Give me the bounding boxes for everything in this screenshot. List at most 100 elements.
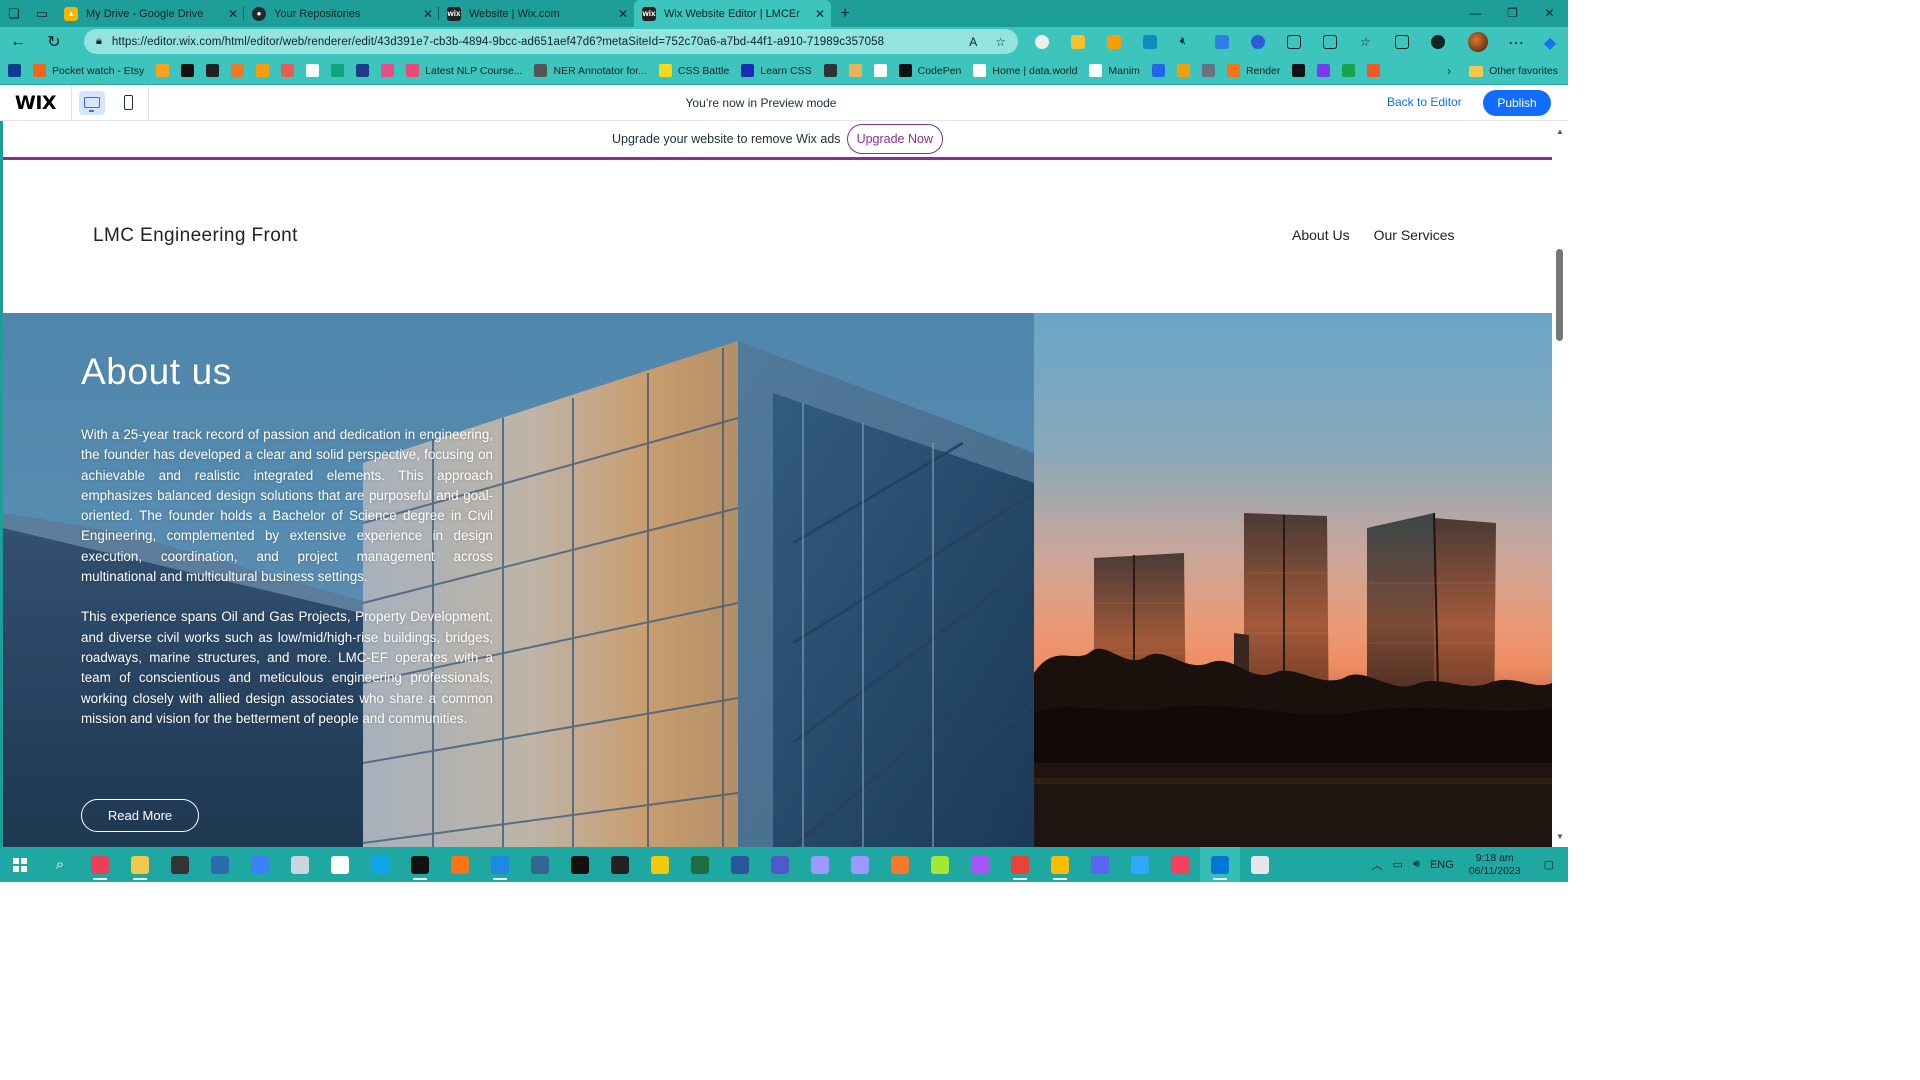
- language-indicator[interactable]: ENG: [1430, 859, 1454, 871]
- bookmark-item[interactable]: [1342, 64, 1356, 77]
- taskbar-app[interactable]: [240, 847, 280, 882]
- extension-cloud-icon[interactable]: [1240, 27, 1276, 57]
- bookmark-item[interactable]: Render: [1226, 64, 1280, 77]
- browser-tab-wix-website[interactable]: wix Website | Wix.com ✕: [439, 0, 634, 27]
- bookmark-item[interactable]: NER Annotator for...: [534, 64, 647, 77]
- bookmark-item[interactable]: [306, 64, 320, 77]
- bookmark-item[interactable]: Learn CSS: [741, 64, 812, 77]
- desktop-view-button[interactable]: [74, 85, 110, 121]
- browser-tab-wix-editor[interactable]: wix Wix Website Editor | LMCEngine ✕: [634, 0, 831, 27]
- scroll-thumb[interactable]: [1556, 249, 1563, 341]
- bookmark-item[interactable]: [848, 64, 862, 77]
- bookmark-item[interactable]: CodePen: [898, 64, 961, 77]
- bookmark-item[interactable]: [381, 64, 395, 77]
- close-icon[interactable]: ✕: [228, 7, 238, 21]
- taskbar-app[interactable]: [360, 847, 400, 882]
- upgrade-now-button[interactable]: Upgrade Now: [846, 124, 943, 154]
- taskbar-app[interactable]: [960, 847, 1000, 882]
- nav-about-us[interactable]: About Us: [1292, 227, 1350, 243]
- bookmark-item[interactable]: [1367, 64, 1381, 77]
- bookmark-item[interactable]: [1176, 64, 1190, 77]
- back-icon[interactable]: ←: [0, 33, 36, 51]
- restore-icon[interactable]: ❐: [1494, 0, 1531, 27]
- volume-icon[interactable]: 🔊︎: [1413, 858, 1420, 871]
- bookmark-item[interactable]: Latest NLP Course...: [406, 64, 522, 77]
- taskbar-app[interactable]: [600, 847, 640, 882]
- bookmark-item[interactable]: [8, 64, 21, 77]
- taskbar-app[interactable]: [560, 847, 600, 882]
- extension-blue-icon[interactable]: [1204, 27, 1240, 57]
- taskbar-app[interactable]: [160, 847, 200, 882]
- taskbar-app[interactable]: [1000, 847, 1040, 882]
- workspaces-icon[interactable]: ❏: [0, 0, 28, 27]
- taskbar-app[interactable]: [400, 847, 440, 882]
- extensions-puzzle-icon[interactable]: [1276, 27, 1312, 57]
- new-tab-icon[interactable]: +: [831, 5, 859, 23]
- bookmark-item[interactable]: Manim: [1089, 64, 1140, 77]
- close-icon[interactable]: ✕: [618, 7, 628, 21]
- taskbar-app[interactable]: [1120, 847, 1160, 882]
- bookmark-item[interactable]: [1317, 64, 1331, 77]
- browser-tab-google-drive[interactable]: ▲ My Drive - Google Drive ✕: [56, 0, 244, 27]
- other-favorites[interactable]: Other favorites: [1489, 65, 1558, 77]
- extension-teal-icon[interactable]: [1132, 27, 1168, 57]
- publish-button[interactable]: Publish: [1483, 90, 1551, 116]
- browser-tab-github[interactable]: ● Your Repositories ✕: [244, 0, 439, 27]
- bookmark-item[interactable]: [823, 64, 837, 77]
- taskbar-app[interactable]: [840, 847, 880, 882]
- extension-record-icon[interactable]: [1024, 27, 1060, 57]
- back-to-editor-link[interactable]: Back to Editor: [1387, 95, 1462, 109]
- mute-icon[interactable]: 🔇︎: [1168, 27, 1204, 57]
- bookmark-item[interactable]: [1292, 64, 1306, 77]
- bookmark-item[interactable]: [873, 64, 887, 77]
- taskbar-app[interactable]: [440, 847, 480, 882]
- taskbar-app[interactable]: [480, 847, 520, 882]
- taskbar-app[interactable]: [1200, 847, 1240, 882]
- page-scrollbar[interactable]: ▲ ▼: [1552, 121, 1568, 847]
- taskbar-app[interactable]: [1160, 847, 1200, 882]
- taskbar-app[interactable]: [800, 847, 840, 882]
- taskbar-app[interactable]: [520, 847, 560, 882]
- bookmark-item[interactable]: [181, 64, 195, 77]
- close-icon[interactable]: ✕: [423, 7, 433, 21]
- close-icon[interactable]: ✕: [815, 7, 825, 21]
- split-screen-icon[interactable]: [1312, 27, 1348, 57]
- bookmark-item[interactable]: [156, 64, 170, 77]
- taskbar-app[interactable]: [880, 847, 920, 882]
- taskbar-app[interactable]: [120, 847, 160, 882]
- taskbar-app[interactable]: [760, 847, 800, 882]
- copilot-icon[interactable]: ◆: [1532, 33, 1568, 53]
- taskbar-app[interactable]: [80, 847, 120, 882]
- taskbar-app[interactable]: [1240, 847, 1280, 882]
- taskbar-app[interactable]: [280, 847, 320, 882]
- bookmark-item[interactable]: [231, 64, 245, 77]
- taskbar-app[interactable]: [720, 847, 760, 882]
- more-menu-icon[interactable]: ⋯: [1498, 33, 1534, 53]
- address-field[interactable]: 🔒︎ https://editor.wix.com/html/editor/we…: [84, 29, 1018, 54]
- notifications-icon[interactable]: ▢: [1544, 858, 1554, 871]
- scroll-down-icon[interactable]: ▼: [1556, 832, 1564, 841]
- tray-chevron-icon[interactable]: ︿: [1372, 857, 1383, 873]
- taskbar-app[interactable]: [680, 847, 720, 882]
- bookmark-item[interactable]: [1151, 64, 1165, 77]
- bookmark-item[interactable]: Home | data.world: [973, 64, 1077, 77]
- close-window-icon[interactable]: ✕: [1531, 0, 1568, 27]
- extension-pencil-icon[interactable]: [1096, 27, 1132, 57]
- tab-actions-icon[interactable]: ▭: [28, 0, 56, 27]
- mobile-view-button[interactable]: [110, 85, 146, 121]
- chevron-right-icon[interactable]: ›: [1447, 64, 1451, 78]
- bookmark-item[interactable]: [256, 64, 270, 77]
- minimize-icon[interactable]: —: [1457, 0, 1494, 27]
- extension-badge-icon[interactable]: [1060, 27, 1096, 57]
- taskbar-app[interactable]: [1080, 847, 1120, 882]
- scroll-up-icon[interactable]: ▲: [1556, 127, 1564, 136]
- bookmark-item[interactable]: [331, 64, 345, 77]
- taskbar-app[interactable]: [320, 847, 360, 882]
- taskbar-app[interactable]: [920, 847, 960, 882]
- nav-our-services[interactable]: Our Services: [1374, 227, 1455, 243]
- bookmark-item[interactable]: [281, 64, 295, 77]
- bookmark-item[interactable]: [1201, 64, 1215, 77]
- site-title[interactable]: LMC Engineering Front: [93, 225, 298, 247]
- lock-icon[interactable]: 🔒︎: [96, 35, 102, 48]
- favorites-icon[interactable]: ☆: [1348, 27, 1384, 57]
